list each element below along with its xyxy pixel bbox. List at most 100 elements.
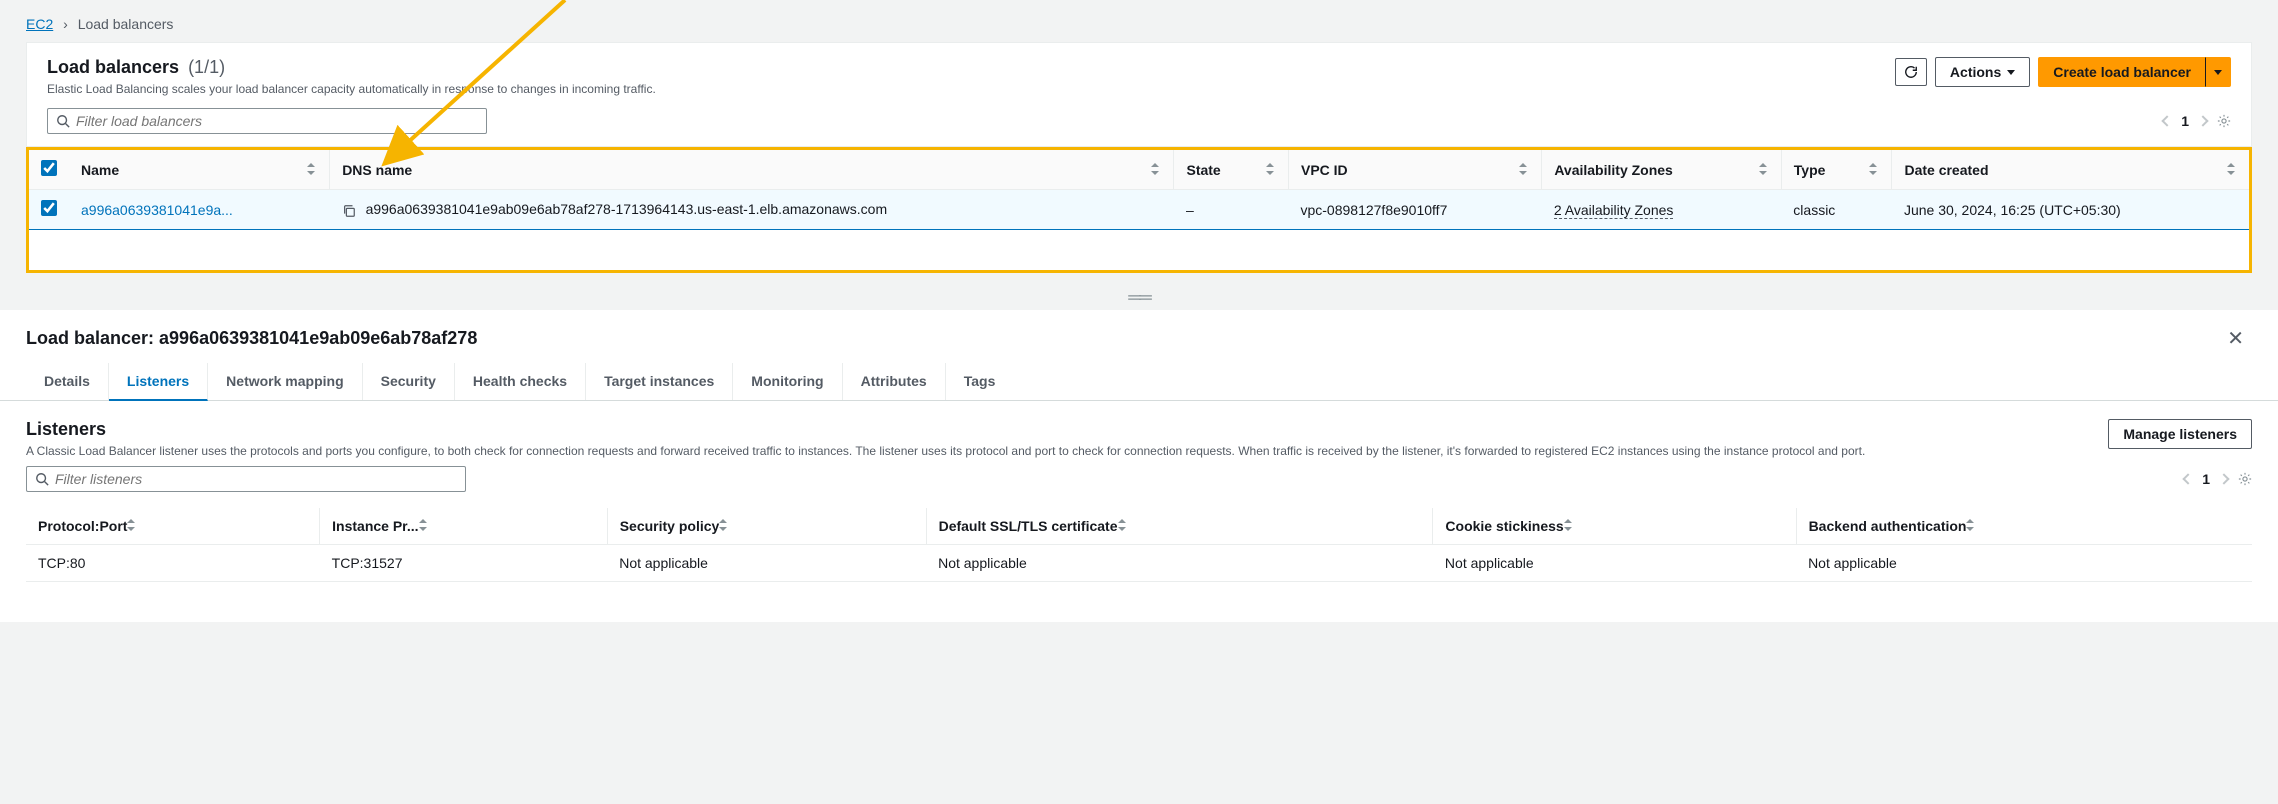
col-created[interactable]: Date created bbox=[1904, 162, 1988, 178]
page-number: 1 bbox=[2181, 113, 2189, 129]
breadcrumb-current: Load balancers bbox=[78, 16, 174, 32]
page-title: Load balancers (1/1) bbox=[47, 57, 1895, 78]
col-instance[interactable]: Instance Pr... bbox=[332, 518, 418, 534]
next-page-button[interactable] bbox=[2218, 473, 2229, 484]
cell-instance: TCP:31527 bbox=[320, 545, 608, 582]
detail-tabs: Details Listeners Network mapping Securi… bbox=[0, 363, 2278, 401]
cell-protoport: TCP:80 bbox=[26, 545, 320, 582]
page-subtitle: Elastic Load Balancing scales your load … bbox=[47, 82, 1895, 96]
col-secpol[interactable]: Security policy bbox=[620, 518, 720, 534]
table-row[interactable]: TCP:80 TCP:31527 Not applicable Not appl… bbox=[26, 545, 2252, 582]
lb-dns-value: a996a0639381041e9ab09e6ab78af278-1713964… bbox=[366, 201, 888, 217]
search-icon bbox=[56, 114, 70, 128]
cell-backend: Not applicable bbox=[1796, 545, 2252, 582]
filter-load-balancers-input-wrap[interactable] bbox=[47, 108, 487, 134]
load-balancers-panel: Load balancers (1/1) Elastic Load Balanc… bbox=[26, 42, 2252, 147]
sort-icon[interactable] bbox=[1266, 163, 1276, 175]
detail-title-name: a996a0639381041e9ab09e6ab78af278 bbox=[159, 328, 477, 348]
chevron-right-icon: › bbox=[63, 16, 68, 32]
listeners-table: Protocol:Port Instance Pr... Security po… bbox=[26, 508, 2252, 582]
col-name[interactable]: Name bbox=[81, 162, 119, 178]
lb-state-value: – bbox=[1174, 190, 1289, 230]
col-backend[interactable]: Backend authentication bbox=[1809, 518, 1967, 534]
col-state[interactable]: State bbox=[1186, 162, 1220, 178]
col-type[interactable]: Type bbox=[1794, 162, 1826, 178]
page-number: 1 bbox=[2202, 471, 2210, 487]
page-title-count: (1/1) bbox=[188, 57, 225, 77]
breadcrumb-root-link[interactable]: EC2 bbox=[26, 16, 53, 32]
load-balancers-table-highlight: Name DNS name State VPC ID Availability … bbox=[26, 147, 2252, 273]
sort-icon[interactable] bbox=[1869, 163, 1879, 175]
table-row[interactable]: a996a0639381041e9a... a996a0639381041e9a… bbox=[29, 190, 2249, 230]
next-page-button[interactable] bbox=[2197, 115, 2208, 126]
sort-icon[interactable] bbox=[1966, 519, 1976, 531]
tab-monitoring[interactable]: Monitoring bbox=[733, 363, 842, 400]
lb-created-value: June 30, 2024, 16:25 (UTC+05:30) bbox=[1892, 190, 2249, 230]
listeners-title: Listeners bbox=[26, 419, 2108, 440]
col-dns[interactable]: DNS name bbox=[342, 162, 412, 178]
tab-details[interactable]: Details bbox=[26, 363, 109, 400]
sort-icon[interactable] bbox=[1118, 519, 1128, 531]
cell-secpol: Not applicable bbox=[607, 545, 926, 582]
row-checkbox[interactable] bbox=[41, 200, 57, 216]
lb-name-link[interactable]: a996a0639381041e9a... bbox=[81, 202, 233, 218]
listeners-description: A Classic Load Balancer listener uses th… bbox=[26, 444, 2108, 458]
breadcrumb: EC2 › Load balancers bbox=[0, 0, 2278, 42]
caret-down-icon bbox=[2214, 70, 2222, 75]
col-vpc[interactable]: VPC ID bbox=[1301, 162, 1348, 178]
filter-listeners-input-wrap[interactable] bbox=[26, 466, 466, 492]
manage-listeners-button[interactable]: Manage listeners bbox=[2108, 419, 2252, 449]
create-button-label: Create load balancer bbox=[2053, 64, 2191, 80]
tab-security[interactable]: Security bbox=[363, 363, 455, 400]
cell-sslcert: Not applicable bbox=[926, 545, 1433, 582]
tab-network-mapping[interactable]: Network mapping bbox=[208, 363, 362, 400]
detail-panel: Load balancer: a996a0639381041e9ab09e6ab… bbox=[0, 310, 2278, 622]
col-sslcert[interactable]: Default SSL/TLS certificate bbox=[939, 518, 1118, 534]
lb-az-link[interactable]: 2 Availability Zones bbox=[1554, 202, 1674, 219]
actions-button[interactable]: Actions bbox=[1935, 57, 2030, 87]
load-balancers-table: Name DNS name State VPC ID Availability … bbox=[29, 150, 2249, 230]
sort-icon[interactable] bbox=[1564, 519, 1574, 531]
select-all-checkbox[interactable] bbox=[41, 160, 57, 176]
caret-down-icon bbox=[2007, 70, 2015, 75]
panel-resize-handle[interactable]: ══ bbox=[0, 285, 2278, 310]
detail-title: Load balancer: a996a0639381041e9ab09e6ab… bbox=[26, 328, 2219, 349]
close-icon[interactable]: ✕ bbox=[2219, 322, 2252, 355]
tab-tags[interactable]: Tags bbox=[946, 363, 1014, 400]
refresh-icon bbox=[1904, 65, 1918, 79]
listeners-pagination: 1 bbox=[2184, 471, 2252, 487]
sort-icon[interactable] bbox=[307, 163, 317, 175]
col-protoport[interactable]: Protocol:Port bbox=[38, 518, 127, 534]
col-cookie[interactable]: Cookie stickiness bbox=[1445, 518, 1563, 534]
copy-icon[interactable] bbox=[342, 204, 356, 218]
sort-icon[interactable] bbox=[1759, 163, 1769, 175]
search-icon bbox=[35, 472, 49, 486]
lb-vpc-value: vpc-0898127f8e9010ff7 bbox=[1288, 190, 1541, 230]
sort-icon[interactable] bbox=[127, 519, 137, 531]
sort-icon[interactable] bbox=[2227, 163, 2237, 175]
gear-icon[interactable] bbox=[2217, 114, 2231, 128]
col-az[interactable]: Availability Zones bbox=[1554, 162, 1673, 178]
detail-title-prefix: Load balancer: bbox=[26, 328, 159, 348]
actions-button-label: Actions bbox=[1950, 64, 2001, 80]
sort-icon[interactable] bbox=[1151, 163, 1161, 175]
tab-attributes[interactable]: Attributes bbox=[843, 363, 946, 400]
refresh-button[interactable] bbox=[1895, 58, 1927, 86]
tab-listeners[interactable]: Listeners bbox=[109, 363, 208, 401]
filter-listeners-input[interactable] bbox=[55, 471, 457, 487]
sort-icon[interactable] bbox=[1519, 163, 1529, 175]
lb-type-value: classic bbox=[1781, 190, 1892, 230]
create-load-balancer-dropdown[interactable] bbox=[2205, 57, 2231, 87]
create-load-balancer-button[interactable]: Create load balancer bbox=[2038, 57, 2206, 87]
pagination: 1 bbox=[2163, 113, 2231, 129]
gear-icon[interactable] bbox=[2238, 472, 2252, 486]
sort-icon[interactable] bbox=[719, 519, 729, 531]
filter-load-balancers-input[interactable] bbox=[76, 113, 478, 129]
sort-icon[interactable] bbox=[419, 519, 429, 531]
cell-cookie: Not applicable bbox=[1433, 545, 1796, 582]
tab-target-instances[interactable]: Target instances bbox=[586, 363, 733, 400]
page-title-text: Load balancers bbox=[47, 57, 179, 77]
tab-health-checks[interactable]: Health checks bbox=[455, 363, 586, 400]
prev-page-button[interactable] bbox=[2183, 473, 2194, 484]
prev-page-button[interactable] bbox=[2162, 115, 2173, 126]
